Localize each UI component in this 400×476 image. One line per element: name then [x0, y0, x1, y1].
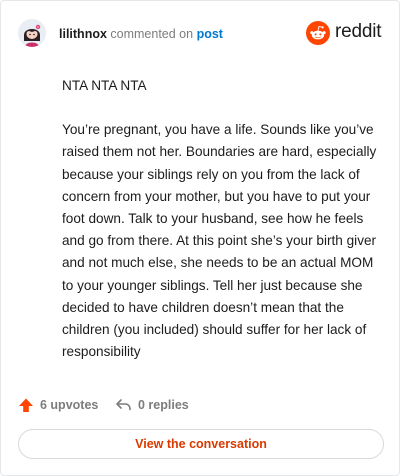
reddit-brand[interactable]: reddit [306, 21, 382, 45]
comment-body: NTA NTA NTA You’re pregnant, you have a … [62, 75, 382, 385]
upvote-arrow-icon [19, 398, 33, 412]
comment-byline: lilithnox commented on post [59, 27, 223, 41]
post-link[interactable]: post [197, 27, 223, 41]
comment-paragraph: You’re pregnant, you have a life. Sounds… [62, 122, 377, 360]
brand-wordmark: reddit [335, 21, 382, 42]
comment-actions: 6 upvotes 0 replies [18, 395, 378, 415]
avatar-illustration [18, 19, 46, 47]
comment-header: lilithnox commented on post reddit [18, 17, 382, 51]
view-conversation-button[interactable]: View the conversation [18, 429, 384, 459]
reply-button[interactable]: 0 replies [115, 395, 189, 415]
upvote-button[interactable]: 6 upvotes [18, 395, 98, 415]
reply-arrow-icon [116, 399, 131, 411]
reddit-snoo-icon [306, 21, 330, 45]
reply-count: 0 replies [138, 398, 189, 412]
upvote-count: 6 upvotes [40, 398, 99, 412]
user-avatar[interactable] [18, 19, 46, 47]
username-link[interactable]: lilithnox [59, 27, 107, 41]
byline-action-text: commented on [110, 27, 194, 41]
comment-embed-card: lilithnox commented on post reddit NTA N… [0, 0, 400, 476]
comment-paragraph: NTA NTA NTA [62, 78, 147, 93]
